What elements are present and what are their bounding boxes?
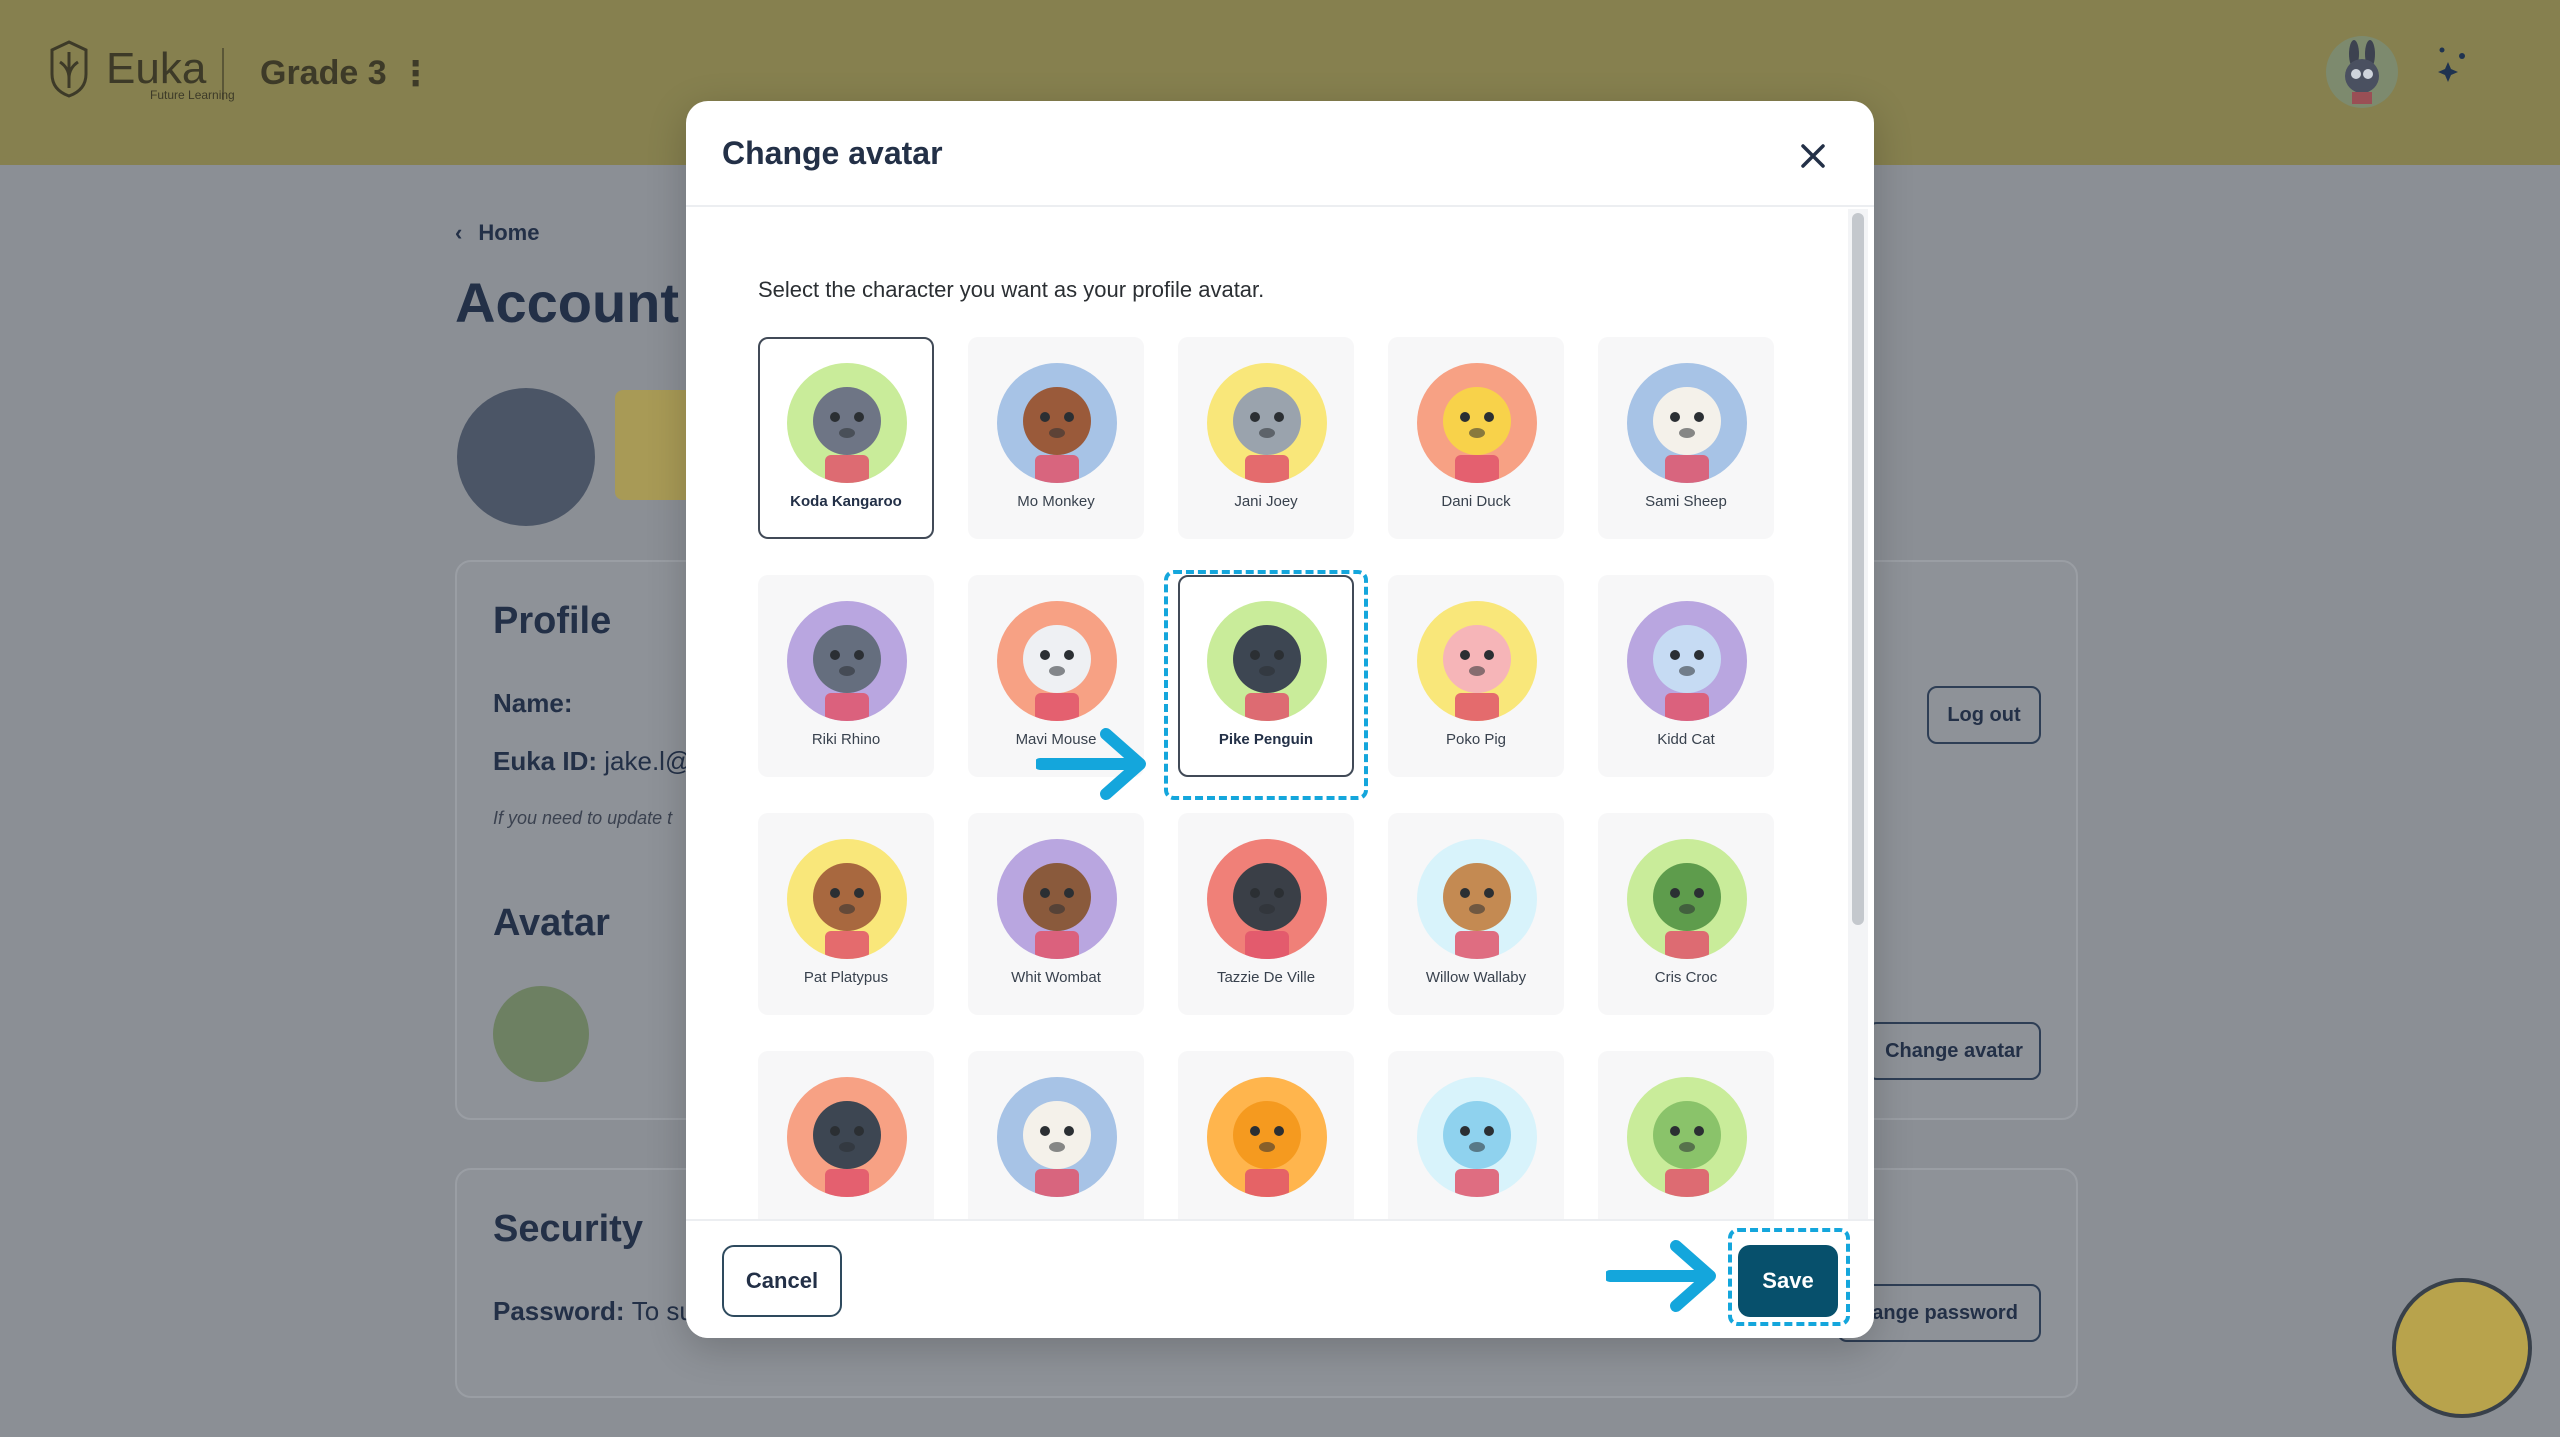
header-divider	[222, 48, 224, 100]
brand-logo[interactable]: Euka Future Learning	[46, 38, 235, 102]
avatar-option[interactable]	[1598, 1051, 1774, 1219]
avatar-option[interactable]: Mo Monkey	[968, 337, 1144, 539]
avatar-option[interactable]: Cris Croc	[1598, 813, 1774, 1015]
modal-footer: Cancel Save	[686, 1219, 1874, 1338]
save-button[interactable]: Save	[1738, 1245, 1838, 1317]
avatar-image	[1417, 1077, 1537, 1197]
more-options-icon[interactable]: ⋮	[399, 57, 433, 91]
close-icon	[1801, 144, 1825, 168]
avatar-option[interactable]: Dani Duck	[1388, 337, 1564, 539]
change-avatar-modal: Change avatar Select the character you w…	[686, 101, 1874, 1338]
kangaroo-icon	[2345, 40, 2379, 104]
avatar-name: Koda Kangaroo	[790, 493, 902, 510]
avatar-option[interactable]	[758, 1051, 934, 1219]
security-heading: Security	[493, 1208, 643, 1250]
user-avatar[interactable]	[2326, 36, 2398, 108]
avatar-name: Willow Wallaby	[1425, 969, 1527, 986]
avatar-option[interactable]: Whit Wombat	[968, 813, 1144, 1015]
avatar-image	[1627, 1077, 1747, 1197]
avatar-image	[1207, 363, 1327, 483]
avatar-image	[997, 363, 1117, 483]
avatar-image	[1417, 363, 1537, 483]
avatar-name: Sami Sheep	[1645, 493, 1727, 510]
avatar-option[interactable]: Kidd Cat	[1598, 575, 1774, 777]
breadcrumb-home: Home	[478, 220, 540, 245]
avatar-picker: Select the character you want as your pr…	[686, 209, 1850, 1219]
avatar-name: Cris Croc	[1654, 969, 1718, 986]
avatar-option[interactable]: Pat Platypus	[758, 813, 934, 1015]
modal-header: Change avatar	[686, 101, 1874, 207]
avatar-option[interactable]	[1388, 1051, 1564, 1219]
avatar-image	[787, 839, 907, 959]
avatar-image	[787, 1077, 907, 1197]
cancel-button[interactable]: Cancel	[722, 1245, 842, 1317]
avatar-image	[997, 1077, 1117, 1197]
password-row: Password: To su	[493, 1296, 694, 1327]
euka-id-label: Euka ID:	[493, 746, 598, 776]
update-note: If you need to update t	[493, 808, 673, 828]
avatar-option[interactable]	[968, 1051, 1144, 1219]
current-avatar	[493, 986, 589, 1082]
password-label: Password:	[493, 1296, 625, 1326]
avatar-name: Kidd Cat	[1657, 731, 1715, 748]
theme-toggle-icon[interactable]	[2428, 36, 2500, 108]
avatar-image	[1207, 839, 1327, 959]
name-label: Name:	[493, 688, 573, 718]
instruction-text: Select the character you want as your pr…	[758, 277, 1265, 302]
grade-label: Grade 3	[260, 54, 387, 92]
avatar-image	[1417, 601, 1537, 721]
euka-logo-icon	[50, 40, 88, 98]
avatar-image	[1627, 839, 1747, 959]
help-koala-icon[interactable]	[2392, 1278, 2532, 1418]
avatar-option[interactable]	[1178, 1051, 1354, 1219]
scrollbar-thumb[interactable]	[1852, 213, 1864, 925]
breadcrumb[interactable]: ‹ Home	[455, 220, 539, 246]
avatar-image	[1207, 601, 1327, 721]
avatar-image	[1627, 601, 1747, 721]
avatar-option[interactable]: Riki Rhino	[758, 575, 934, 777]
avatar-name: Mavi Mouse	[1015, 731, 1097, 748]
avatar-name: Riki Rhino	[811, 731, 881, 748]
grade-selector[interactable]: Grade 3 ⋮	[260, 54, 433, 93]
avatar-option[interactable]: Sami Sheep	[1598, 337, 1774, 539]
euka-id-row: Euka ID: jake.l@e	[493, 746, 706, 777]
avatar-name: Whit Wombat	[1011, 969, 1101, 986]
avatar-name: Pike Penguin	[1218, 731, 1314, 748]
change-avatar-button[interactable]: Change avatar	[1867, 1022, 2041, 1080]
avatar-name: Pat Platypus	[803, 969, 889, 986]
avatar-image	[1627, 363, 1747, 483]
avatar-name: Dani Duck	[1441, 493, 1511, 510]
avatar-option[interactable]: Poko Pig	[1388, 575, 1564, 777]
avatar-option[interactable]: Tazzie De Ville	[1178, 813, 1354, 1015]
avatar-name: Tazzie De Ville	[1216, 969, 1316, 986]
avatar-image	[1207, 1077, 1327, 1197]
avatar-name: Jani Joey	[1234, 493, 1298, 510]
avatar-image	[997, 601, 1117, 721]
password-value: To su	[631, 1296, 694, 1326]
avatar-image	[787, 601, 907, 721]
koala-mascot-icon	[457, 388, 595, 526]
avatar-option[interactable]: Mavi Mouse	[968, 575, 1144, 777]
avatar-option[interactable]: Jani Joey	[1178, 337, 1354, 539]
avatar-option[interactable]: Koda Kangaroo	[758, 337, 934, 539]
hero-badge	[615, 390, 695, 500]
chevron-left-icon: ‹	[455, 220, 463, 245]
avatar-option[interactable]: Willow Wallaby	[1388, 813, 1564, 1015]
avatar-image	[997, 839, 1117, 959]
logout-button[interactable]: Log out	[1927, 686, 2041, 744]
avatar-name: Mo Monkey	[1017, 493, 1095, 510]
avatar-heading: Avatar	[493, 902, 610, 944]
close-button[interactable]	[1792, 135, 1834, 177]
page-title: Account	[455, 271, 679, 334]
modal-title: Change avatar	[722, 135, 943, 171]
brand-name: Euka	[106, 44, 207, 93]
avatar-option[interactable]: Pike Penguin	[1178, 575, 1354, 777]
avatar-name: Poko Pig	[1445, 731, 1507, 748]
profile-heading: Profile	[493, 600, 612, 642]
avatar-image	[787, 363, 907, 483]
avatar-image	[1417, 839, 1537, 959]
